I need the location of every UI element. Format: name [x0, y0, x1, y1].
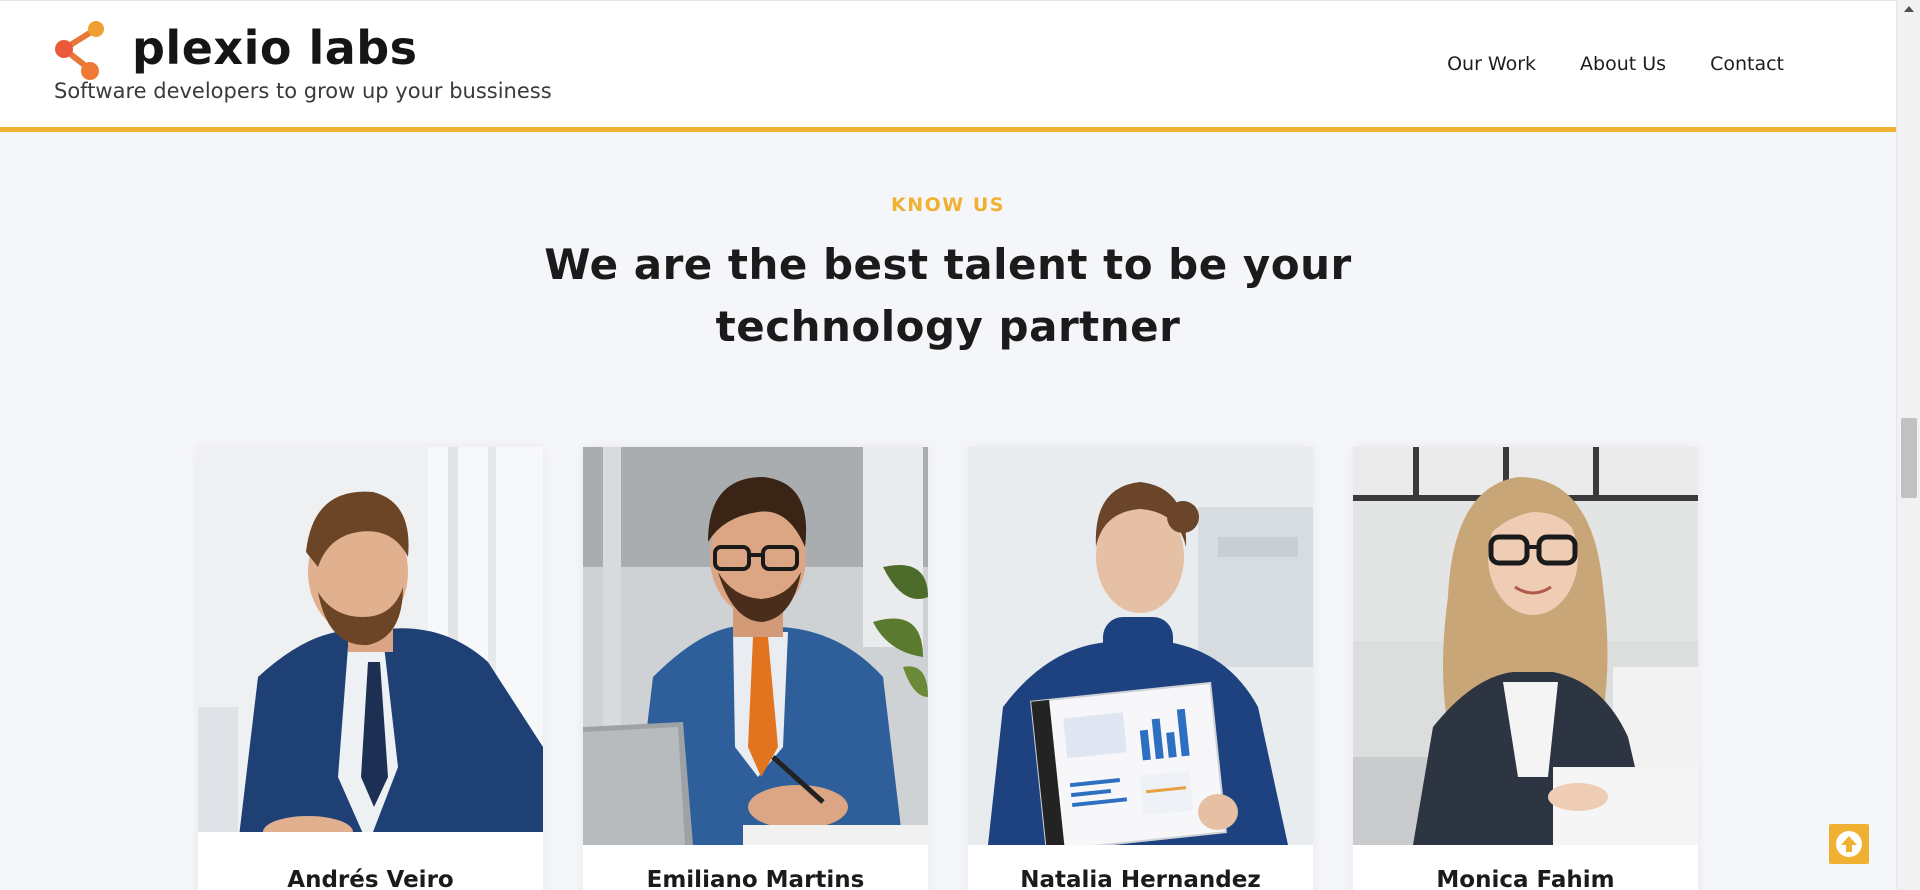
- woman-with-folder-photo: [968, 447, 1313, 845]
- team-card[interactable]: Emiliano Martins: [583, 447, 928, 890]
- woman-with-glasses-photo: [1353, 447, 1698, 845]
- team-member-name: Andrés Veiro: [287, 867, 454, 890]
- team-photo-monica: [1353, 447, 1698, 845]
- main-nav: Our Work About Us Contact: [1447, 53, 1784, 75]
- nav-about-us[interactable]: About Us: [1580, 53, 1666, 75]
- team-photo-andres: [198, 447, 543, 845]
- brand-tagline: Software developers to grow up your buss…: [54, 79, 552, 103]
- team-photo-natalia: [968, 447, 1313, 845]
- section-eyebrow: KNOW US: [891, 194, 1005, 216]
- arrow-up-icon: [1836, 831, 1862, 857]
- scrollbar-thumb[interactable]: [1901, 418, 1917, 498]
- team-card[interactable]: Andrés Veiro: [198, 447, 543, 890]
- team-member-name: Emiliano Martins: [646, 867, 865, 890]
- brand-name: plexio labs: [132, 21, 418, 75]
- page-scrollbar[interactable]: [1896, 0, 1920, 890]
- man-in-blue-suit-photo: [198, 447, 543, 845]
- scroll-up-arrow-icon[interactable]: [1904, 6, 1914, 12]
- team-photo-emiliano: [583, 447, 928, 845]
- nav-our-work[interactable]: Our Work: [1447, 53, 1536, 75]
- team-member-name: Natalia Hernandez: [1020, 867, 1261, 890]
- team-card[interactable]: Natalia Hernandez: [968, 447, 1313, 890]
- site-header: plexio labs Software developers to grow …: [0, 0, 1896, 132]
- team-card[interactable]: Monica Fahim: [1353, 447, 1698, 890]
- team-member-name: Monica Fahim: [1436, 867, 1615, 890]
- back-to-top-button[interactable]: [1829, 824, 1869, 864]
- share-nodes-icon: [55, 21, 104, 80]
- nav-contact[interactable]: Contact: [1710, 53, 1784, 75]
- man-with-orange-tie-photo: [583, 447, 928, 845]
- section-title: We are the best talent to be your techno…: [544, 240, 1352, 351]
